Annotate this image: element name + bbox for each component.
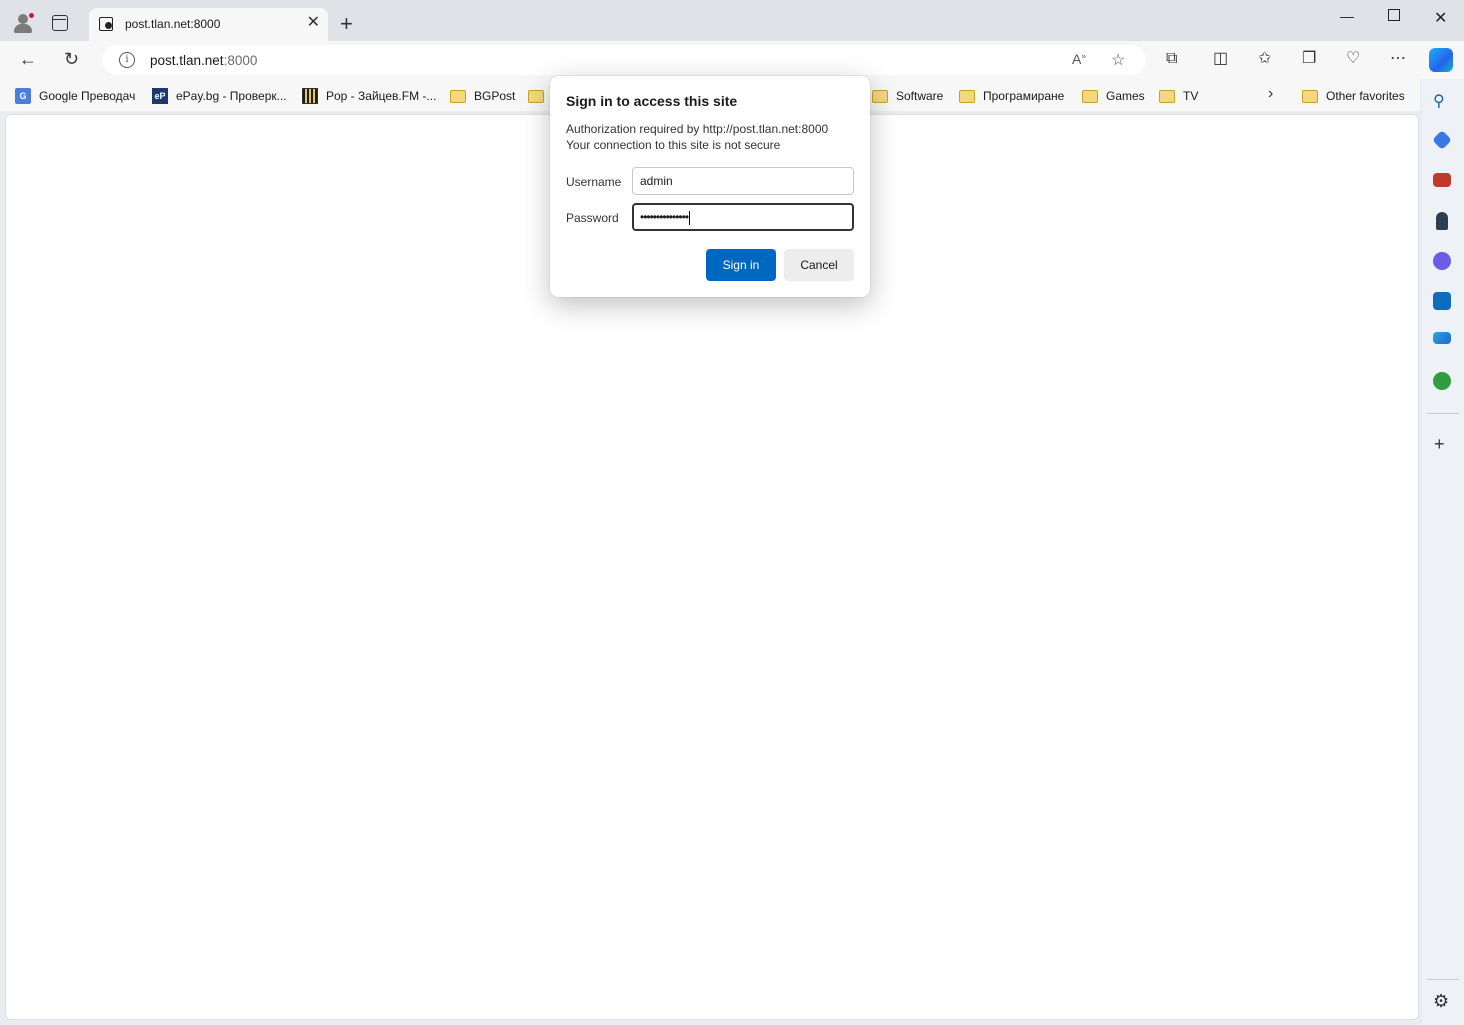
favorite-label: TV — [1183, 89, 1199, 103]
favorite-label: Games — [1106, 89, 1145, 103]
url-host: post.tlan.net — [150, 53, 224, 68]
password-mask: ••••••••••••••• — [640, 210, 689, 224]
folder-icon — [450, 89, 466, 103]
favorite-label: Other favorites — [1326, 89, 1405, 103]
favorite-folder-software[interactable]: Software — [872, 87, 943, 105]
favorite-label: Програмиране — [983, 89, 1065, 103]
password-field[interactable]: ••••••••••••••• — [632, 203, 854, 231]
new-tab-icon[interactable]: + — [340, 13, 353, 35]
sidebar-divider — [1427, 413, 1459, 414]
tab-title: post.tlan.net:8000 — [125, 17, 221, 31]
not-secure-text: Your connection to this site is not secu… — [566, 138, 781, 152]
page-favicon-icon — [99, 17, 113, 31]
favorite-folder-hidden[interactable] — [528, 87, 552, 105]
tools-icon[interactable] — [1433, 173, 1451, 187]
favorite-label: BGPost — [474, 89, 516, 103]
site-info-icon[interactable]: i — [119, 52, 135, 68]
favorite-folder-games[interactable]: Games — [1082, 87, 1145, 105]
folder-icon — [872, 89, 888, 103]
drop-icon[interactable] — [1433, 332, 1451, 344]
favorite-label: Software — [896, 89, 944, 103]
favorite-zaycev-fm[interactable]: Pop - Зайцев.FM -... — [302, 87, 436, 105]
cancel-button[interactable]: Cancel — [784, 249, 854, 281]
navigation-toolbar: ← ↻ i post.tlan.net:8000 A» ☆ ⧉ ◫ ✩ ❐ ♡ … — [0, 41, 1464, 79]
extensions-icon[interactable]: ⧉ — [1166, 49, 1177, 69]
add-icon[interactable]: + — [1434, 434, 1445, 455]
text-caret — [689, 210, 691, 225]
search-icon[interactable]: ⚲ — [1433, 91, 1451, 110]
read-aloud-icon[interactable]: A» — [1072, 51, 1086, 67]
tab-active[interactable]: post.tlan.net:8000 ✕ — [89, 8, 328, 41]
title-bar: post.tlan.net:8000 ✕ + — ✕ — [0, 0, 1464, 41]
sidebar: ⚲ + ⚙ — [1422, 79, 1464, 1025]
split-screen-icon[interactable]: ◫ — [1213, 49, 1228, 69]
copilot-icon[interactable] — [1429, 48, 1453, 72]
tab-actions-icon[interactable] — [52, 15, 68, 31]
tree-icon[interactable] — [1433, 372, 1451, 390]
favorite-label: ePay.bg - Проверк... — [176, 89, 287, 103]
favorite-google-translate[interactable]: G Google Преводач — [15, 87, 135, 105]
more-menu-icon[interactable]: ⋯ — [1390, 49, 1406, 69]
maximize-icon[interactable] — [1388, 9, 1400, 21]
collections-icon[interactable]: ❐ — [1302, 49, 1316, 69]
dialog-title: Sign in to access this site — [566, 93, 738, 109]
epay-icon: eP — [152, 88, 168, 104]
close-icon[interactable]: ✕ — [1434, 8, 1447, 28]
url-text[interactable]: post.tlan.net:8000 — [150, 53, 257, 68]
favorite-label: Pop - Зайцев.FM -... — [326, 89, 437, 103]
tab-close-icon[interactable]: ✕ — [307, 15, 320, 31]
outlook-icon[interactable] — [1433, 292, 1451, 310]
zaycev-fm-icon — [302, 88, 318, 104]
folder-icon — [959, 89, 975, 103]
profile-icon[interactable] — [12, 12, 35, 34]
favorite-folder-tv[interactable]: TV — [1159, 87, 1198, 105]
favorite-label: Google Преводач — [39, 89, 136, 103]
minimize-icon[interactable]: — — [1340, 8, 1354, 24]
folder-icon — [1302, 89, 1318, 103]
username-field[interactable]: admin — [632, 167, 854, 195]
folder-icon — [528, 89, 544, 103]
password-label: Password — [566, 211, 619, 225]
shopping-icon[interactable] — [1432, 130, 1452, 150]
sign-in-dialog: Sign in to access this site Authorizatio… — [550, 76, 870, 297]
favorite-folder-other[interactable]: Other favorites — [1302, 87, 1405, 105]
microsoft-365-icon[interactable] — [1433, 252, 1451, 270]
dialog-message: Authorization required by http://post.tl… — [566, 121, 828, 153]
favorite-folder-programirane[interactable]: Програмиране — [959, 87, 1064, 105]
address-bar[interactable]: i post.tlan.net:8000 A» ☆ — [102, 45, 1146, 75]
browser-essentials-icon[interactable]: ♡ — [1346, 49, 1360, 69]
sidebar-divider — [1427, 979, 1459, 980]
sign-in-button[interactable]: Sign in — [706, 249, 776, 281]
url-port: :8000 — [223, 53, 258, 68]
favorites-icon[interactable]: ✩ — [1258, 49, 1271, 69]
username-label: Username — [566, 175, 622, 189]
folder-icon — [1159, 89, 1175, 103]
google-translate-icon: G — [15, 88, 31, 104]
favorite-star-icon[interactable]: ☆ — [1111, 50, 1125, 70]
favorite-folder-bgpost[interactable]: BGPost — [450, 87, 515, 105]
gear-icon[interactable]: ⚙ — [1433, 991, 1449, 1012]
chevron-right-icon[interactable]: › — [1268, 85, 1273, 103]
games-icon[interactable] — [1436, 212, 1448, 230]
refresh-icon[interactable]: ↻ — [64, 49, 79, 69]
back-icon[interactable]: ← — [19, 49, 37, 69]
auth-required-text: Authorization required by http://post.tl… — [566, 122, 829, 136]
folder-icon — [1082, 89, 1098, 103]
favorite-epay[interactable]: eP ePay.bg - Проверк... — [152, 87, 287, 105]
